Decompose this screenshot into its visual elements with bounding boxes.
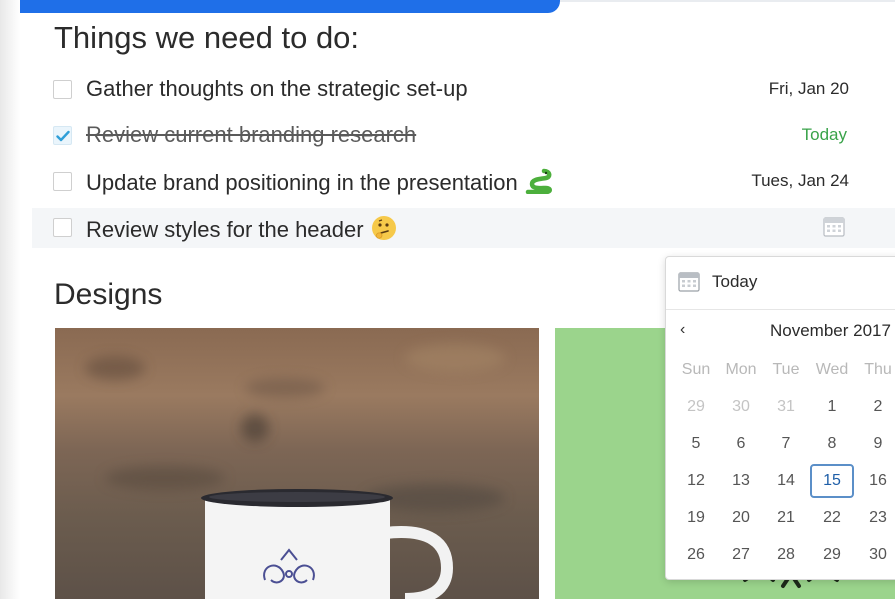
calendar-day[interactable]: 26 [674,538,718,572]
calendar-day[interactable]: 31 [764,390,808,424]
weekday-label: Thu [864,361,892,378]
task-row[interactable]: Review current branding research Today [32,116,895,156]
task-due-date[interactable]: Fri, Jan 20 [769,79,849,99]
task-label: Gather thoughts on the strategic set-up [86,76,468,101]
task-due-date[interactable]: Today [802,125,847,145]
designs-heading: Designs [54,278,163,311]
calendar-day[interactable]: 1 [810,390,854,424]
task-due-date[interactable]: Tues, Jan 24 [751,171,849,191]
task-label: Review current branding research [86,122,417,147]
date-picker-popover: Today ‹ November 2017 Sun Mon Tue Wed Th… [665,256,895,580]
calendar-day[interactable]: 19 [674,501,718,535]
month-label: November 2017 [770,321,891,340]
design-image-mug[interactable] [55,328,539,599]
calendar-day[interactable]: 16 [856,464,895,498]
weekday-label: Sun [681,361,711,378]
today-option[interactable]: Today [712,272,757,292]
calendar-day[interactable]: 14 [764,464,808,498]
snake-emoji-icon [524,168,554,200]
calendar-day[interactable]: 20 [719,501,763,535]
calendar-day[interactable]: 30 [856,538,895,572]
task-row[interactable]: Gather thoughts on the strategic set-up … [32,70,895,110]
calendar-day[interactable]: 29 [674,390,718,424]
calendar-day[interactable]: 6 [719,427,763,461]
left-edge-shadow [0,0,20,599]
mug-illustration [85,344,505,599]
todo-heading: Things we need to do: [54,20,360,55]
task-row[interactable]: Review styles for the header [32,208,895,248]
weekday-label: Wed [815,361,849,378]
task-label: Review styles for the header [86,214,398,248]
task-checkbox[interactable] [53,80,72,99]
calendar-day[interactable]: 30 [719,390,763,424]
task-row[interactable]: Update brand positioning in the presenta… [32,162,895,202]
calendar-day[interactable]: 9 [856,427,895,461]
calendar-day[interactable]: 21 [764,501,808,535]
task-checkbox[interactable] [53,218,72,237]
checkmark-icon [56,130,70,142]
calendar-day[interactable]: 22 [810,501,854,535]
calendar-day[interactable]: 5 [674,427,718,461]
task-label-text: Update brand positioning in the presenta… [86,169,518,195]
date-picker-header[interactable]: Today [666,257,895,310]
calendar-day[interactable]: 29 [810,538,854,572]
calendar-day[interactable]: 8 [810,427,854,461]
weekday-label: Mon [725,361,757,378]
task-label-text: Review styles for the header [86,216,364,242]
calendar-day[interactable]: 7 [764,427,808,461]
calendar-day[interactable]: 28 [764,538,808,572]
task-label: Update brand positioning in the presenta… [86,168,554,200]
weekday-label: Tue [772,361,800,378]
previous-month-button[interactable]: ‹ [680,321,685,339]
task-checkbox[interactable] [53,126,72,145]
calendar-day-selected[interactable]: 15 [810,464,854,498]
calendar-day[interactable]: 23 [856,501,895,535]
calendar-day[interactable]: 13 [719,464,763,498]
calendar-icon [678,271,700,298]
calendar-day[interactable]: 12 [674,464,718,498]
accent-bar [0,0,560,13]
calendar-day[interactable]: 27 [719,538,763,572]
calendar-day[interactable]: 2 [856,390,895,424]
set-due-date-calendar-icon[interactable] [823,216,845,238]
thinking-face-emoji-icon [370,214,398,248]
task-checkbox[interactable] [53,172,72,191]
